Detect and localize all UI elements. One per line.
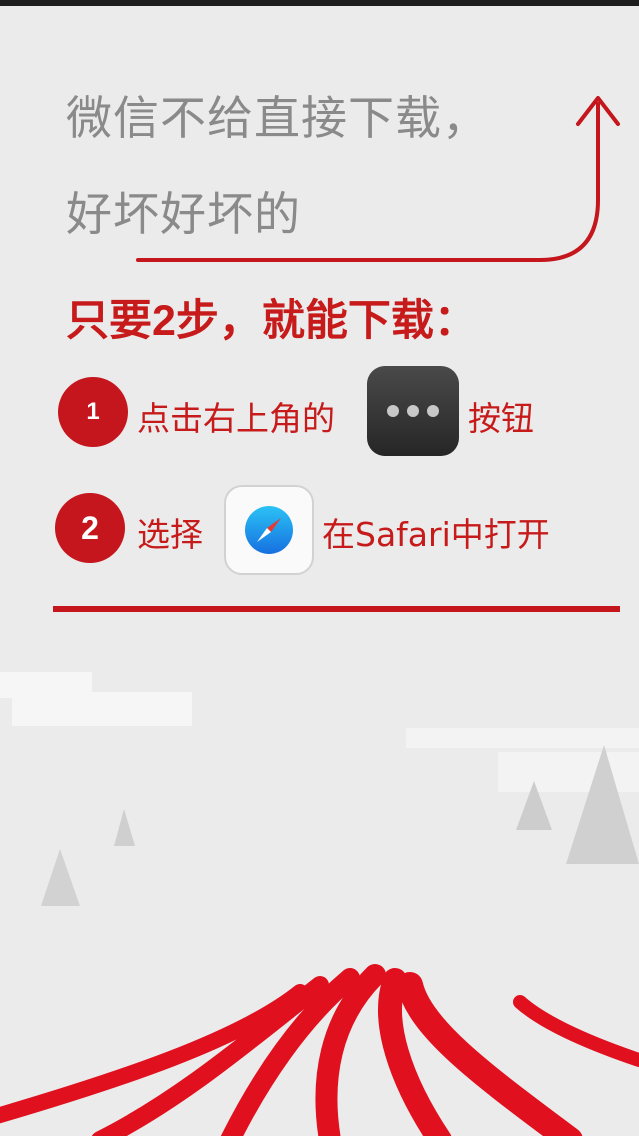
cloud-left [0,672,192,726]
step-2-badge: 2 [55,493,125,563]
step-2-text-before: 选择 [137,515,203,554]
steps-title: 只要2步，就能下载： [66,297,477,345]
pointer-arrow-icon [136,96,620,262]
tree-left-large [41,849,80,906]
road-stripes [0,964,639,1136]
background-landscape [0,672,639,1136]
step-1-text-before: 点击右上角的 [137,399,335,438]
step-1-text-after: 按钮 [468,399,534,438]
step-1-badge: 1 [58,377,128,447]
section-divider [53,606,620,612]
tree-left-small [114,809,135,846]
step-2-text-after: 在Safari中打开 [322,515,550,554]
safari-icon [224,485,314,575]
more-menu-icon [367,366,459,456]
